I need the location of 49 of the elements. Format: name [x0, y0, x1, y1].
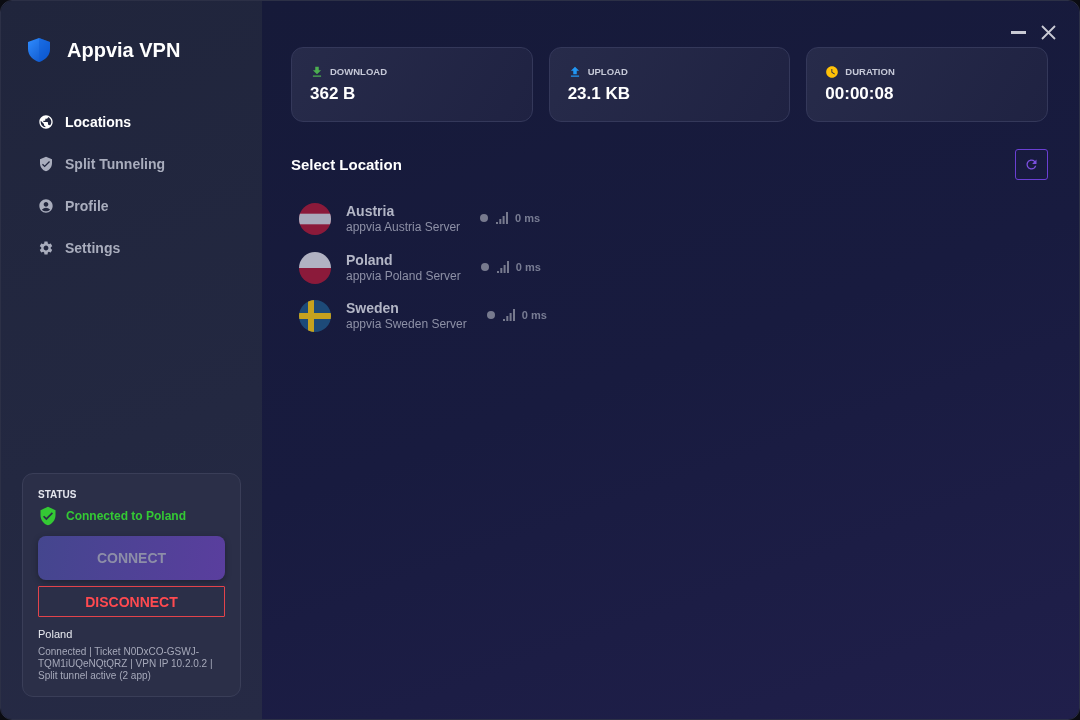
status-message: Connected to Poland — [66, 509, 186, 523]
shield-check-icon — [38, 156, 54, 172]
flag-icon — [299, 203, 331, 236]
status-dot-icon — [486, 311, 495, 320]
location-item[interactable]: Poland appvia Poland Server 0 ms — [291, 243, 549, 292]
country-name: Sweden — [346, 300, 399, 318]
latency-text: 0 ms — [515, 260, 541, 273]
settings-icon — [38, 240, 54, 256]
stat-value: 23.1 KB — [567, 83, 631, 105]
sidebar-item[interactable]: Locations — [38, 101, 132, 143]
latency-text: 0 ms — [521, 309, 547, 322]
shield-logo-icon — [28, 38, 50, 62]
sidebar-item[interactable]: Settings — [38, 227, 121, 269]
sidebar-item[interactable]: Split Tunneling — [38, 143, 166, 185]
disconnect-button[interactable]: DISCONNECT — [38, 586, 225, 617]
flag-icon — [299, 251, 331, 284]
signal-bars-icon — [496, 260, 509, 273]
user-icon — [38, 198, 54, 214]
stat-value: 00:00:08 — [825, 83, 894, 105]
connection-details: Connected | Ticket N0DxCO-GSWJ-TQM1iUQeNQtQRZ | VPN IP 10.2.0.2 | Split tunnel active (2 app) — [38, 646, 214, 682]
close-button[interactable] — [1038, 22, 1058, 42]
connected-location: Poland — [38, 627, 74, 641]
sidebar-item[interactable]: Profile — [38, 185, 109, 227]
location-item[interactable]: Austria appvia Austria Server 0 ms — [291, 195, 549, 244]
latency-text: 0 ms — [515, 212, 541, 225]
globe-icon — [38, 114, 54, 130]
minimize-icon — [1010, 30, 1026, 34]
section-title: Select Location — [291, 155, 402, 173]
status-heading: STATUS — [38, 489, 78, 501]
stat-label: DOWNLOAD — [330, 66, 387, 77]
server-name: appvia Austria Server — [346, 220, 461, 236]
country-name: Austria — [346, 203, 395, 221]
country-name: Poland — [346, 251, 393, 269]
location-item[interactable]: Sweden appvia Sweden Server 0 ms — [291, 292, 555, 341]
server-name: appvia Poland Server — [346, 268, 461, 284]
flag-icon — [299, 300, 331, 333]
close-icon — [1040, 24, 1056, 40]
stat-label: DURATION — [845, 66, 895, 77]
stat-label: UPLOAD — [587, 66, 628, 77]
refresh-button[interactable] — [1015, 148, 1048, 180]
clock-icon — [825, 64, 840, 79]
status-dot-icon — [480, 262, 489, 271]
signal-bars-icon — [496, 212, 509, 225]
download-icon — [310, 64, 324, 79]
stat-value: 362 B — [310, 83, 356, 105]
app-title: Appvia VPN — [67, 38, 181, 62]
status-dot-icon — [480, 214, 489, 223]
signal-bars-icon — [502, 309, 515, 322]
server-name: appvia Sweden Server — [346, 317, 467, 333]
